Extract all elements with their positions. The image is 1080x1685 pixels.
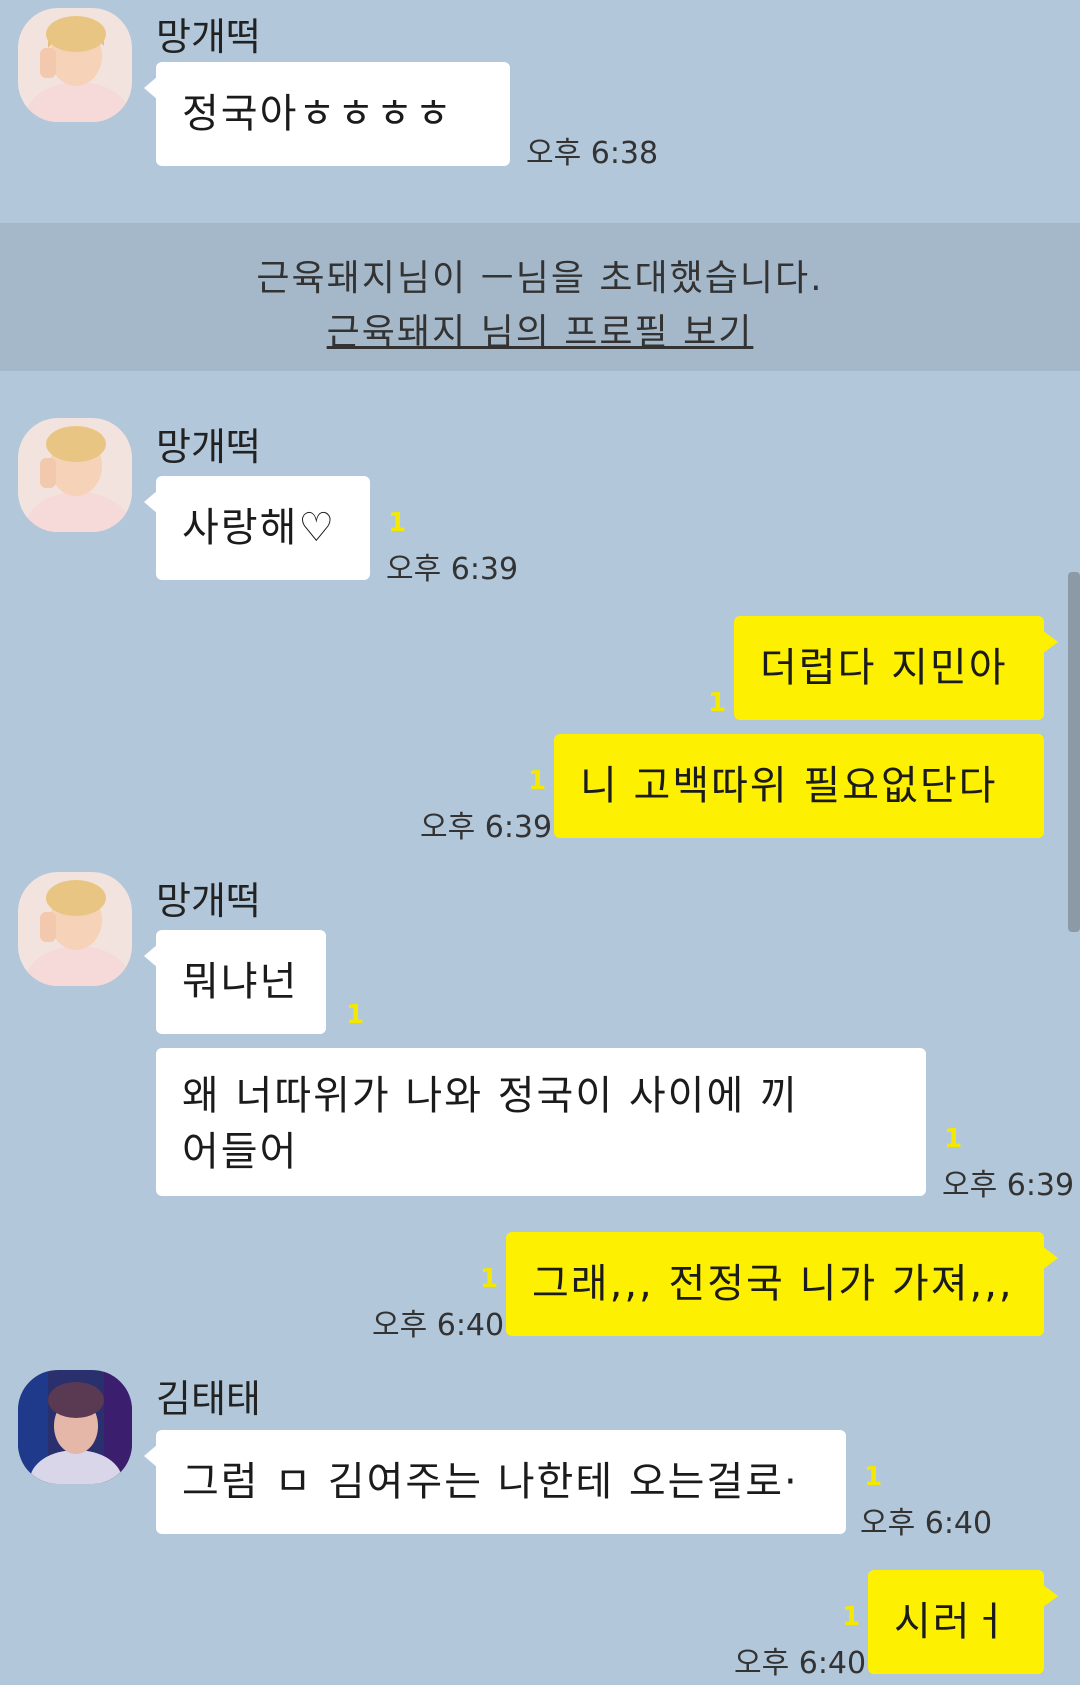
message-text: 니 고백따위 필요없단다 xyxy=(580,763,998,809)
message-bubble[interactable]: 사랑해♡ xyxy=(144,476,370,580)
bubble-tail xyxy=(1042,1584,1058,1608)
unread-count: 1 xyxy=(842,1602,861,1632)
avatar-kimtaetae[interactable] xyxy=(18,1370,132,1484)
message-text: 그래,,, 전정국 니가 가져,,, xyxy=(532,1261,1014,1307)
message-bubble[interactable]: 그래,,, 전정국 니가 가져,,, xyxy=(506,1232,1058,1336)
unread-count: 1 xyxy=(528,766,547,796)
bubble-tail xyxy=(144,76,158,100)
unread-count: 1 xyxy=(388,508,407,538)
message-bubble[interactable]: 왜 너따위가 나와 정국이 사이에 끼어들어 xyxy=(156,1048,926,1196)
message-text: 정국아ㅎㅎㅎㅎ xyxy=(182,91,454,137)
bubble-tail xyxy=(1042,630,1058,654)
message-text: 사랑해♡ xyxy=(182,505,337,551)
unread-count: 1 xyxy=(480,1264,499,1294)
message-time: 오후 6:40 xyxy=(734,1646,867,1681)
bubble-tail xyxy=(144,490,158,514)
unread-count: 1 xyxy=(708,688,727,718)
message-text: 왜 너따위가 나와 정국이 사이에 끼어들어 xyxy=(182,1073,799,1175)
sender-name: 망개떡 xyxy=(156,879,261,923)
bubble-tail xyxy=(144,1444,158,1468)
avatar-manggaetteok[interactable] xyxy=(18,418,132,532)
sender-name: 김태태 xyxy=(156,1377,261,1421)
profile-link[interactable]: 근육돼지 님의 프로필 보기 xyxy=(327,312,754,353)
unread-count: 1 xyxy=(944,1124,963,1154)
message-text: 뭐냐넌 xyxy=(182,959,299,1005)
message-time: 오후 6:39 xyxy=(386,552,519,587)
message-bubble[interactable]: 니 고백따위 필요없단다 xyxy=(554,734,1044,838)
system-invite-notice: 근육돼지님이 ㅡ님을 초대했습니다. 근육돼지 님의 프로필 보기 xyxy=(0,223,1080,371)
invite-text: 근육돼지님이 ㅡ님을 초대했습니다. xyxy=(256,258,824,299)
avatar-image xyxy=(18,872,132,986)
message-bubble[interactable]: 더럽다 지민아 xyxy=(734,616,1058,720)
message-time: 오후 6:40 xyxy=(372,1308,505,1343)
message-text: 그럼 ㅁ 김여주는 나한테 오는걸로· xyxy=(182,1459,799,1505)
message-time: 오후 6:39 xyxy=(942,1168,1075,1203)
avatar-image xyxy=(18,1370,132,1484)
bubble-tail xyxy=(1042,1246,1058,1270)
message-bubble[interactable]: 시러ㅓ xyxy=(868,1570,1058,1674)
avatar-image xyxy=(18,8,132,122)
avatar-image xyxy=(18,418,132,532)
unread-count: 1 xyxy=(864,1462,883,1492)
message-bubble[interactable]: 정국아ㅎㅎㅎㅎ xyxy=(144,62,510,166)
message-time: 오후 6:39 xyxy=(420,810,553,845)
bubble-tail xyxy=(144,944,158,968)
message-text: 시러ㅓ xyxy=(894,1599,1011,1645)
message-text: 더럽다 지민아 xyxy=(760,645,1008,691)
message-bubble[interactable]: 뭐냐넌 xyxy=(144,930,326,1034)
scrollbar[interactable] xyxy=(1068,572,1080,932)
avatar-manggaetteok[interactable] xyxy=(18,872,132,986)
sender-name: 망개떡 xyxy=(156,15,261,59)
sender-name: 망개떡 xyxy=(156,425,261,469)
unread-count: 1 xyxy=(346,1000,365,1030)
avatar-manggaetteok[interactable] xyxy=(18,8,132,122)
message-time: 오후 6:40 xyxy=(860,1506,993,1541)
message-time: 오후 6:38 xyxy=(526,136,659,171)
message-bubble[interactable]: 그럼 ㅁ 김여주는 나한테 오는걸로· xyxy=(144,1430,846,1534)
